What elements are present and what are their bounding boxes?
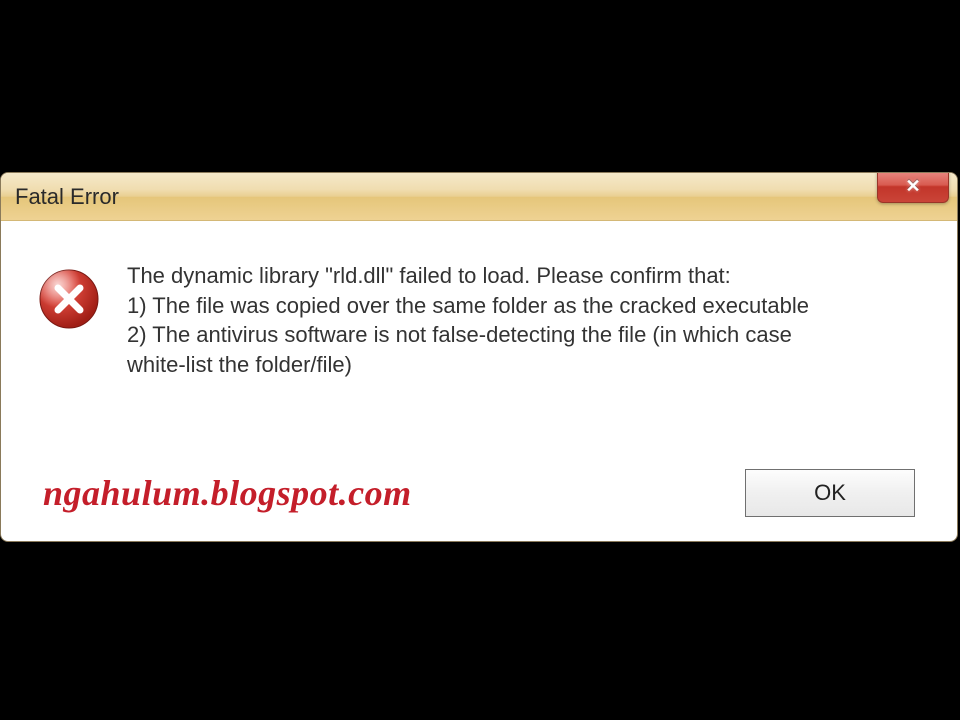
message-intro: The dynamic library "rld.dll" failed to … xyxy=(127,261,921,291)
error-icon xyxy=(37,267,101,331)
close-icon: ✕ xyxy=(905,176,920,197)
message-point-2: 2) The antivirus software is not false-d… xyxy=(127,320,921,350)
message-point-2b: white-list the folder/file) xyxy=(127,350,921,380)
titlebar[interactable]: Fatal Error ✕ xyxy=(1,173,957,221)
content-area: The dynamic library "rld.dll" failed to … xyxy=(1,221,957,380)
ok-button[interactable]: OK xyxy=(745,469,915,517)
error-dialog: Fatal Error ✕ xyxy=(0,172,958,542)
error-message: The dynamic library "rld.dll" failed to … xyxy=(127,261,921,380)
close-button[interactable]: ✕ xyxy=(877,172,949,203)
message-point-1: 1) The file was copied over the same fol… xyxy=(127,291,921,321)
dialog-title: Fatal Error xyxy=(15,184,119,210)
watermark-text: ngahulum.blogspot.com xyxy=(43,472,412,514)
bottom-bar: ngahulum.blogspot.com OK xyxy=(1,469,957,517)
